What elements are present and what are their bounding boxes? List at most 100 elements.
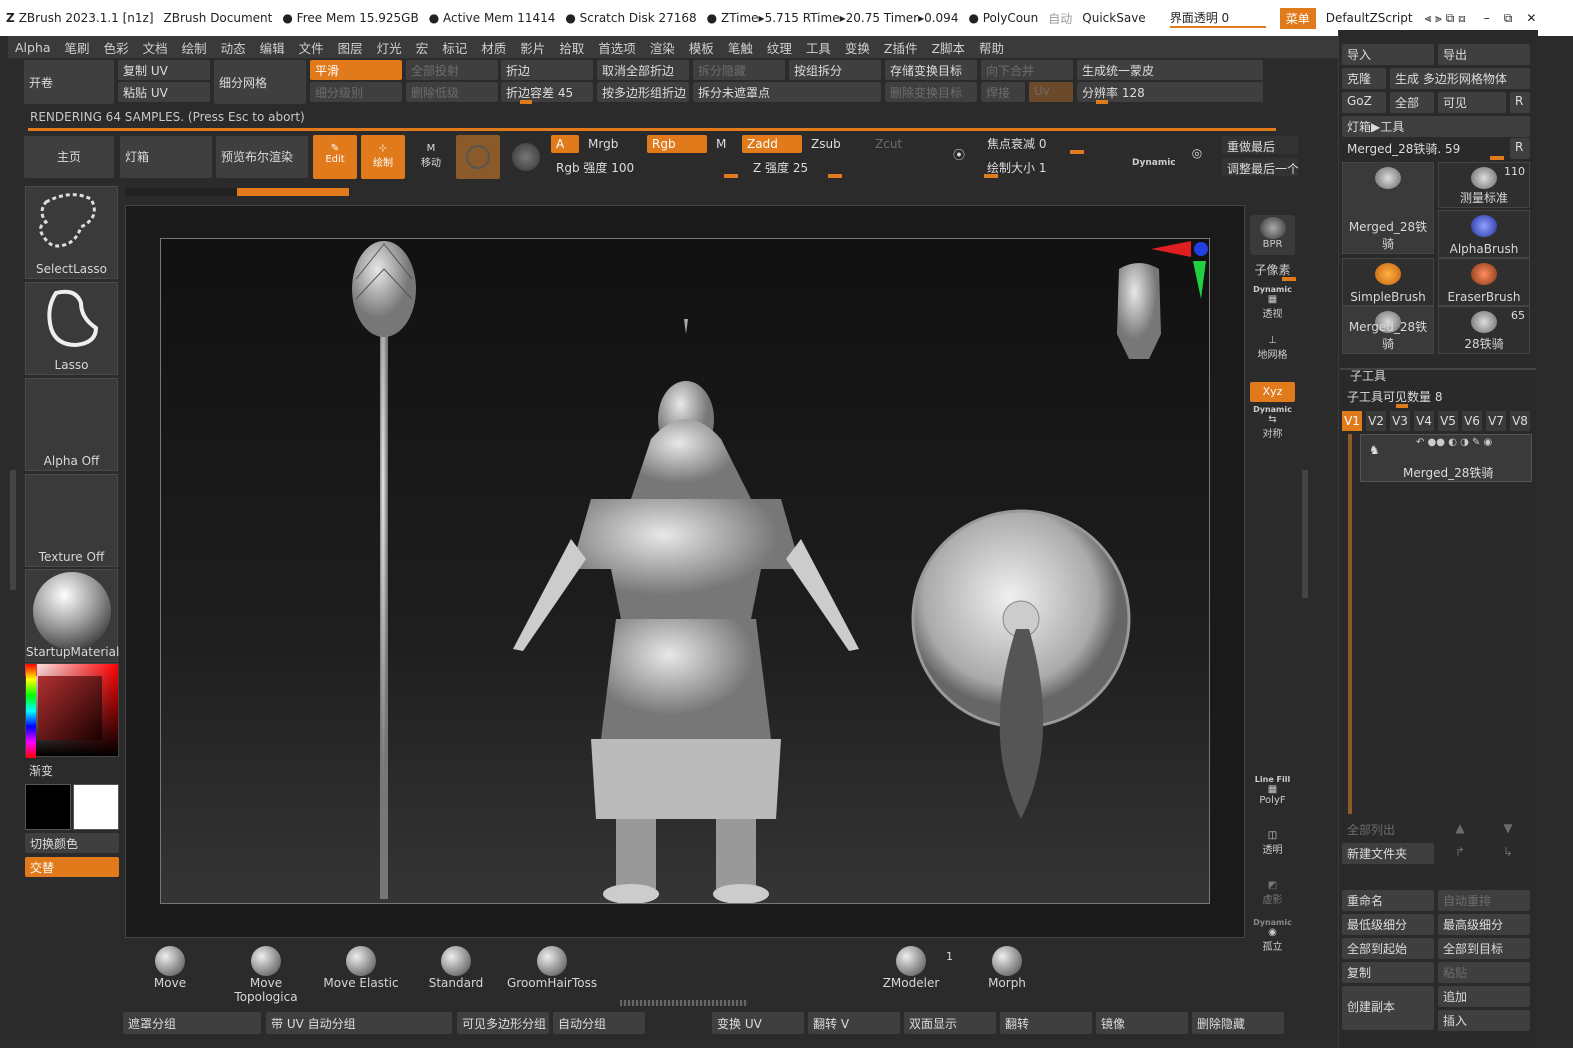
menu-item[interactable]: 动态 [221,38,246,57]
version-tab[interactable]: V7 [1486,411,1506,431]
resolution-slider[interactable]: 分辨率 128 [1077,82,1263,102]
zcut-toggle[interactable]: Zcut [870,135,930,153]
rgb-toggle[interactable]: Rgb [647,135,707,153]
rgb-intensity-slider[interactable]: Rgb 强度 100 [551,157,738,175]
xyz-symmetry-button[interactable]: Xyz [1250,382,1295,402]
move-up-arrow-icon[interactable]: ▲ [1438,819,1482,840]
morph-uv-button[interactable]: 变换 UV [712,1012,804,1034]
a-toggle[interactable]: A [551,135,579,153]
paste-button[interactable]: 粘贴 [1438,962,1530,983]
uncrease-all-button[interactable]: 取消全部折边 [597,60,689,80]
subtool-scrollbar[interactable] [1348,434,1352,814]
tool-thumb[interactable]: SimpleBrush [1342,258,1434,306]
draw-button[interactable]: ⊹ 绘制 [361,135,405,179]
tool-thumb[interactable]: Merged_28铁骑 [1342,162,1434,254]
brush-move-topologica[interactable]: Move Topologica [218,942,314,1004]
open-button[interactable]: 开卷 [24,60,114,104]
texture-tile[interactable]: Texture Off [25,474,118,567]
bottom-tray-handle[interactable] [620,1000,748,1006]
hue-strip[interactable] [26,664,36,758]
move-in-arrow-icon[interactable]: ↱ [1438,843,1482,864]
all-to-start-button[interactable]: 全部到起始 [1342,938,1434,959]
brush-morph[interactable]: Morph [962,942,1052,997]
minimize-icon[interactable]: – [1484,11,1490,25]
alpha-tile[interactable]: Alpha Off [25,378,118,471]
rotate-button[interactable] [506,135,546,179]
m-toggle[interactable]: M [711,135,737,153]
persp-button[interactable]: Dynamic ▦ 透视 [1250,285,1295,320]
menu-item[interactable]: 渲染 [650,38,675,57]
adjust-last-button[interactable]: 调整最后一个 [1222,158,1298,176]
move-down-arrow-icon[interactable]: ▼ [1486,819,1530,840]
focal-shift-knob[interactable] [1070,150,1084,154]
goz-all-button[interactable]: 全部 [1390,92,1434,113]
tool-thumb[interactable]: EraserBrush [1438,258,1530,306]
close-icon[interactable]: ✕ [1526,11,1536,25]
goz-button[interactable]: GoZ [1342,92,1386,113]
menu-item[interactable]: Z脚本 [931,38,965,57]
menu-item[interactable]: 色彩 [104,38,129,57]
menu-item[interactable]: 影片 [520,38,545,57]
bpr-button[interactable]: BPR [1250,215,1295,255]
copy-uv-button[interactable]: 复制 UV [118,60,210,80]
color-square[interactable] [38,676,102,740]
menu-item[interactable]: Z插件 [884,38,918,57]
export-button[interactable]: 导出 [1438,44,1530,65]
lasso-tile[interactable]: Lasso [25,282,118,375]
duplicate-button[interactable]: 创建副本 [1342,986,1434,1030]
lazy-mouse-button[interactable]: ⦿ [940,138,978,176]
tool-thumb[interactable]: 28铁骑 65 [1438,306,1530,354]
menu-toggle-button[interactable]: 菜单 [1279,7,1316,29]
goz-r-button[interactable]: R [1510,92,1530,113]
color-picker[interactable] [25,663,119,758]
polyf-button[interactable]: Line Fill ▦ PolyF [1250,775,1295,806]
delete-lower-button[interactable]: 删除低级 [406,82,498,102]
resolution-knob[interactable] [1096,100,1108,104]
edit-button[interactable]: ✎ Edit [313,135,357,179]
mask-groups-button[interactable]: 遮罩分组 [123,1012,261,1034]
menu-item[interactable]: 变换 [845,38,870,57]
clone-button[interactable]: 克隆 [1342,68,1386,89]
menu-item[interactable]: 纹理 [767,38,792,57]
z-intensity-slider[interactable]: Z 强度 25 [748,157,930,175]
menu-item[interactable]: 绘制 [182,38,207,57]
zadd-toggle[interactable]: Zadd [742,135,802,153]
flip-v-button[interactable]: 翻转 V [808,1012,900,1034]
brush-zmodeler[interactable]: ZModeler [866,942,956,997]
right-tray-handle[interactable] [1302,470,1308,598]
material-tile[interactable]: StartupMaterial [25,569,119,662]
version-tab[interactable]: V3 [1390,411,1410,431]
transp-button[interactable]: ◫ 透明 [1250,830,1295,856]
zsub-toggle[interactable]: Zsub [806,135,866,153]
subpixel-button[interactable]: 子像素 [1250,261,1295,278]
redo-last-button[interactable]: 重做最后 [1222,136,1298,154]
menu-item[interactable]: 笔刷 [65,38,90,57]
tool-thumb[interactable]: Merged_28铁骑 [1342,306,1434,354]
document-viewport[interactable] [160,238,1210,904]
menu-item[interactable]: 文件 [299,38,324,57]
lightbox-tools-button[interactable]: 灯箱▶工具 [1342,116,1530,137]
menu-item[interactable]: 灯光 [377,38,402,57]
menu-item[interactable]: 图层 [338,38,363,57]
tool-thumb[interactable]: 测量标准 110 [1438,162,1530,208]
subtool-visibility-icons[interactable]: ↶ ●● ◐ ◑ ✎ ◉ [1416,437,1492,448]
append-button[interactable]: 追加 [1438,986,1530,1007]
menu-item[interactable]: 首选项 [598,38,636,57]
unify-skin-button[interactable]: 生成统一蒙皮 [1077,60,1263,80]
floor-button[interactable]: ⊥ 地网格 [1250,335,1295,361]
version-tab[interactable]: V8 [1510,411,1530,431]
crease-tolerance-knob[interactable] [520,100,532,104]
quicksave-button[interactable]: QuickSave [1082,11,1145,25]
visible-polygroups-button[interactable]: 可见多边形分组 [457,1012,549,1034]
secondary-color-swatch[interactable] [73,784,119,830]
rgb-intensity-knob[interactable] [724,174,738,178]
layout-icon[interactable]: ⫷ ⫸ ⧉ ⧈ [1425,11,1466,26]
subdiv-mesh-button[interactable]: 细分网格 [214,60,306,104]
subtool-visible-slider[interactable]: 子工具可见数量 8 [1342,386,1530,407]
default-zscript-button[interactable]: DefaultZScript [1326,11,1413,25]
menu-item[interactable]: 帮助 [979,38,1004,57]
subtool-visible-knob[interactable] [1396,404,1408,408]
menu-item[interactable]: 材质 [481,38,506,57]
auto-reorder-button[interactable]: 自动重排 [1438,890,1530,911]
group-split-button[interactable]: 按组拆分 [789,60,881,80]
